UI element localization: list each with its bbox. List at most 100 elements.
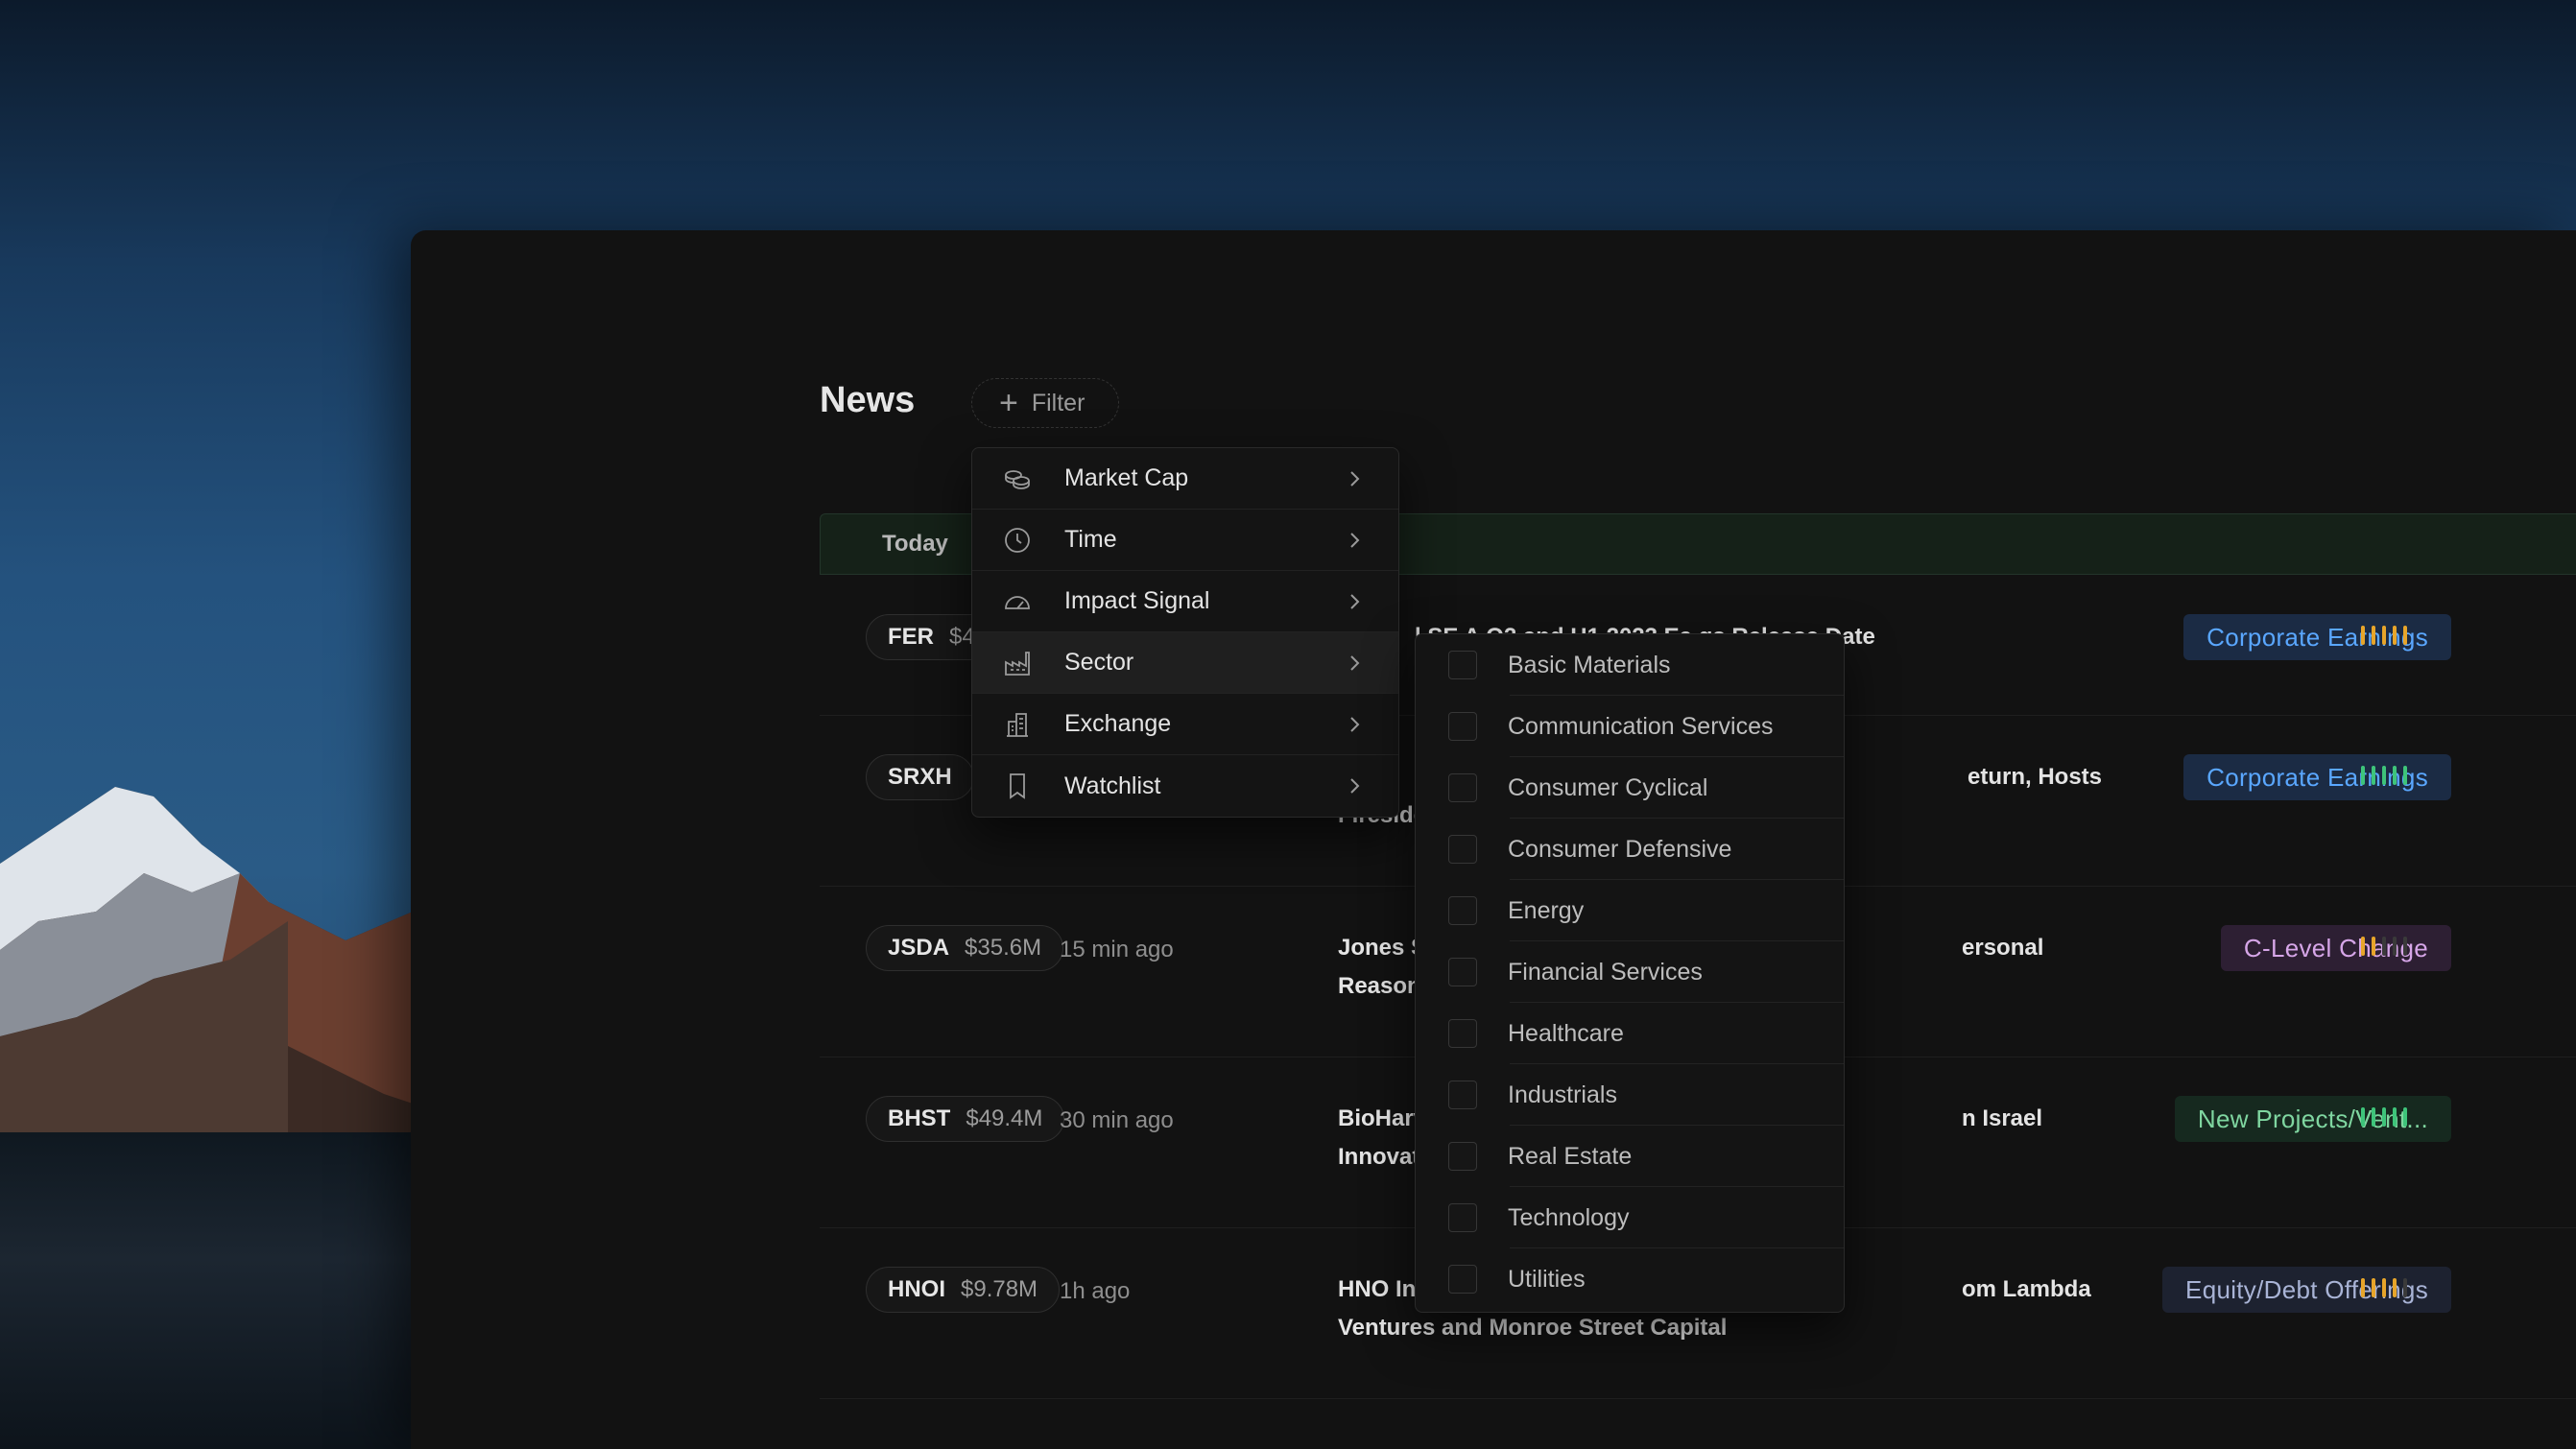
checkbox[interactable]	[1448, 1142, 1477, 1171]
impact-signal	[2361, 1278, 2407, 1301]
sector-option[interactable]: Healthcare	[1416, 1003, 1844, 1064]
menu-item-label: Sector	[1064, 649, 1134, 676]
market-cap: $35.6M	[965, 935, 1042, 961]
sector-option-label: Technology	[1508, 1203, 1630, 1231]
sector-option[interactable]: Utilities	[1416, 1248, 1844, 1310]
sector-option[interactable]: Consumer Defensive	[1416, 819, 1844, 880]
signal-bar	[2403, 1107, 2407, 1127]
menu-item-watchlist[interactable]: Watchlist	[972, 755, 1398, 817]
date-group-label: Today	[882, 531, 948, 557]
ticker-symbol: FER	[888, 624, 934, 650]
checkbox[interactable]	[1448, 1203, 1477, 1232]
sector-option[interactable]: Technology	[1416, 1187, 1844, 1248]
checkbox[interactable]	[1448, 1081, 1477, 1109]
ticker-chip[interactable]: HNOI $9.78M	[866, 1267, 1061, 1313]
filter-menu: Market Cap Time Impact Signal Sector Exc…	[971, 447, 1399, 818]
lake-scenery	[0, 1132, 422, 1449]
menu-item-label: Time	[1064, 526, 1117, 553]
checkbox[interactable]	[1448, 773, 1477, 802]
ticker-symbol: HNOI	[888, 1276, 945, 1302]
sector-option[interactable]: Consumer Cyclical	[1416, 757, 1844, 819]
sector-option-label: Basic Materials	[1508, 651, 1671, 678]
checkbox[interactable]	[1448, 835, 1477, 864]
sector-option-label: Communication Services	[1508, 712, 1774, 740]
signal-bar	[2403, 626, 2407, 645]
signal-bar	[2393, 626, 2397, 645]
signal-bar	[2361, 937, 2365, 956]
sector-option-label: Consumer Cyclical	[1508, 773, 1708, 801]
checkbox[interactable]	[1448, 712, 1477, 741]
checkbox[interactable]	[1448, 651, 1477, 679]
signal-bar	[2393, 1107, 2397, 1127]
signal-bar	[2361, 1278, 2365, 1297]
sector-option-label: Consumer Defensive	[1508, 835, 1732, 863]
sector-submenu: Basic Materials Communication Services C…	[1415, 633, 1845, 1313]
impact-signal	[2361, 1107, 2407, 1130]
headline-tail[interactable]: ersonal	[1962, 929, 2250, 967]
timestamp: 1h ago	[1060, 1278, 1131, 1304]
page-title: News	[820, 380, 916, 420]
signal-bar	[2361, 1107, 2365, 1127]
ticker-chip[interactable]: JSDA $35.6M	[866, 925, 1064, 971]
menu-item-label: Market Cap	[1064, 464, 1189, 491]
clock-icon	[1003, 526, 1032, 555]
signal-bar	[2382, 937, 2386, 956]
gauge-icon	[1003, 587, 1032, 616]
menu-item-exchange[interactable]: Exchange	[972, 694, 1398, 755]
menu-item-label: Exchange	[1064, 710, 1172, 737]
signal-bar	[2372, 766, 2375, 785]
sector-option[interactable]: Communication Services	[1416, 696, 1844, 757]
checkbox[interactable]	[1448, 1019, 1477, 1048]
coins-icon	[1003, 464, 1032, 493]
impact-signal	[2361, 626, 2407, 649]
signal-bar	[2393, 766, 2397, 785]
menu-item-label: Impact Signal	[1064, 587, 1210, 614]
sector-option[interactable]: Energy	[1416, 880, 1844, 941]
signal-bar	[2382, 1278, 2386, 1297]
menu-item-time[interactable]: Time	[972, 510, 1398, 571]
chevron-right-icon	[1350, 594, 1360, 609]
ticker-chip[interactable]: BHST $49.4M	[866, 1096, 1065, 1142]
signal-bar	[2372, 937, 2375, 956]
chevron-right-icon	[1350, 655, 1360, 671]
signal-bar	[2372, 626, 2375, 645]
signal-bar	[2393, 1278, 2397, 1297]
signal-bar	[2361, 766, 2365, 785]
ticker-symbol: SRXH	[888, 764, 952, 790]
checkbox[interactable]	[1448, 896, 1477, 925]
ticker-chip[interactable]: SRXH	[866, 754, 974, 800]
ticker-symbol: JSDA	[888, 935, 950, 961]
category-tag: Equity/Debt Offerings	[2162, 1267, 2451, 1313]
checkbox[interactable]	[1448, 958, 1477, 986]
sector-option[interactable]: Real Estate	[1416, 1126, 1844, 1187]
category-tag: New Projects/Vent...	[2174, 1096, 2451, 1142]
sector-option-label: Energy	[1508, 896, 1585, 924]
signal-bar	[2403, 766, 2407, 785]
menu-item-impact-signal[interactable]: Impact Signal	[972, 571, 1398, 632]
filter-button[interactable]: + Filter	[971, 378, 1119, 428]
building-icon	[1003, 710, 1032, 739]
factory-icon	[1003, 649, 1032, 677]
category-tag: Corporate Earnings	[2183, 614, 2451, 660]
market-cap: $9.78M	[961, 1276, 1038, 1302]
chevron-right-icon	[1350, 533, 1360, 548]
menu-item-market-cap[interactable]: Market Cap	[972, 448, 1398, 510]
signal-bar	[2403, 1278, 2407, 1297]
category-tag: C-Level Change	[2220, 925, 2451, 971]
menu-item-sector[interactable]: Sector	[972, 632, 1398, 694]
category-tag: Corporate Earnings	[2183, 754, 2451, 800]
ticker-symbol: BHST	[888, 1105, 951, 1131]
sector-option-label: Real Estate	[1508, 1142, 1633, 1170]
plus-icon: +	[999, 385, 1018, 421]
checkbox[interactable]	[1448, 1265, 1477, 1294]
impact-signal	[2361, 766, 2407, 789]
signal-bar	[2382, 626, 2386, 645]
signal-bar	[2382, 1107, 2386, 1127]
sector-option-label: Healthcare	[1508, 1019, 1624, 1047]
signal-bar	[2372, 1278, 2375, 1297]
sector-option[interactable]: Financial Services	[1416, 941, 1844, 1003]
sector-option[interactable]: Basic Materials	[1416, 634, 1844, 696]
impact-signal	[2361, 937, 2407, 960]
sector-option[interactable]: Industrials	[1416, 1064, 1844, 1126]
signal-bar	[2403, 937, 2407, 956]
